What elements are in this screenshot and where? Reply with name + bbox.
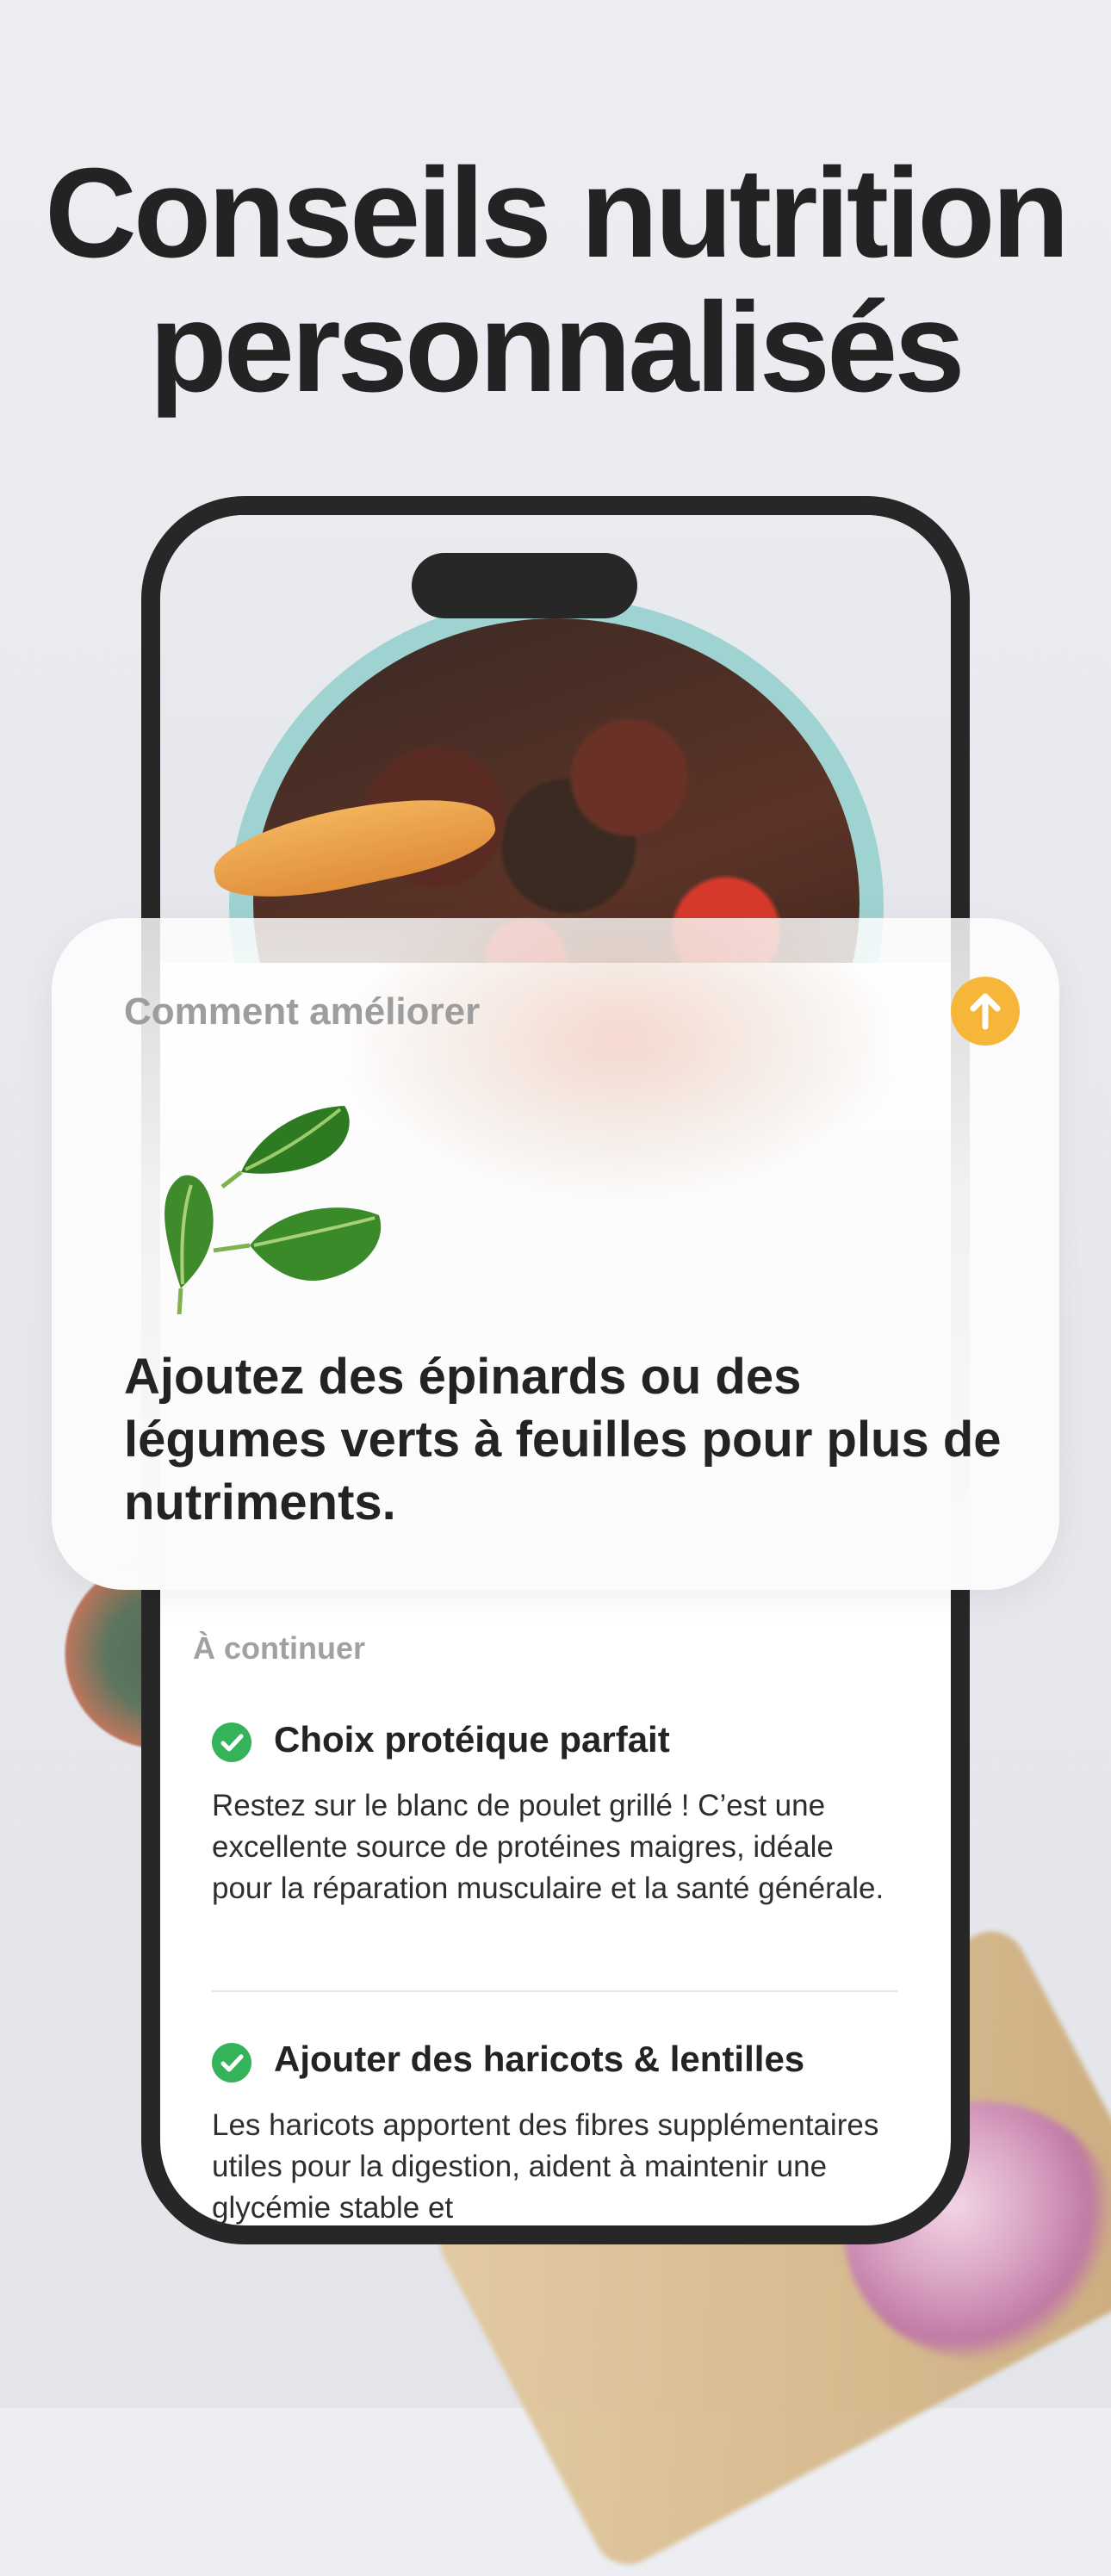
card-title: Comment améliorer xyxy=(124,990,481,1033)
headline-line-2: personnalisés xyxy=(149,276,965,419)
arrow-up-icon[interactable] xyxy=(951,977,1020,1046)
list-item-title: Ajouter des haricots & lentilles xyxy=(274,2039,805,2079)
section-label-continue: À continuer xyxy=(193,1630,366,1666)
divider xyxy=(212,1990,897,1992)
check-circle-icon xyxy=(212,1723,251,1762)
headline-line-1: Conseils nutrition xyxy=(45,142,1070,284)
phone-frame-bottom xyxy=(141,2227,970,2246)
card-tip-text: Ajoutez des épinards ou des légumes vert… xyxy=(124,1349,1002,1530)
list-item-title: Choix protéique parfait xyxy=(274,1719,670,1760)
phone-notch xyxy=(412,553,637,618)
list-item-description: Restez sur le blanc de poulet grillé ! C… xyxy=(212,1789,884,1905)
list-item-description: Les haricots apportent des fibres supplé… xyxy=(212,2108,879,2225)
spinach-leaves-icon xyxy=(129,1090,439,1317)
check-circle-icon xyxy=(212,2043,251,2083)
improvement-card[interactable]: Comment améliorer Ajoutez des épinards o… xyxy=(52,918,1059,1590)
page-headline: Conseils nutrition personnalisés xyxy=(0,146,1111,415)
